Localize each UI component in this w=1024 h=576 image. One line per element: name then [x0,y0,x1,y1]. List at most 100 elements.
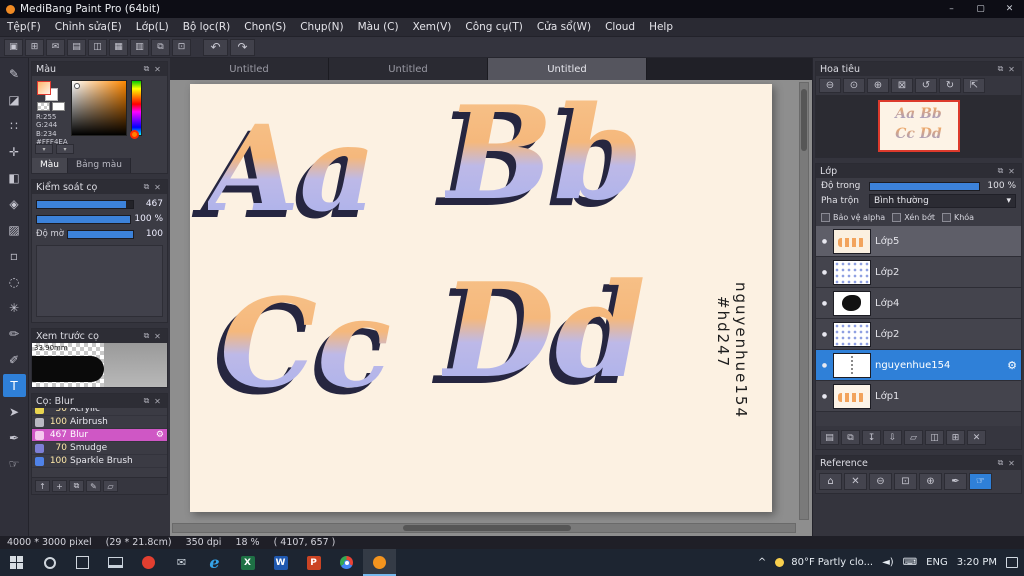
tab-palette[interactable]: Bảng màu [67,158,131,173]
lock-checkbox[interactable]: Khóa [941,213,974,222]
redo-button[interactable]: ↷ [230,38,255,56]
float-panel-icon[interactable]: ⧉ [995,166,1006,176]
bucket-tool[interactable]: ◈ [3,192,26,215]
brush-tool[interactable]: ✎ [3,62,26,85]
brush-item-sparkle[interactable]: 100 Sparkle Brush [32,455,167,468]
close-panel-icon[interactable]: ✕ [152,183,163,192]
menu-snap[interactable]: Chụp(N) [293,21,350,33]
maximize-button[interactable]: ▢ [966,0,995,18]
transfer-layer-button[interactable]: ↧ [862,430,881,445]
brush-settings-gear-icon[interactable]: ⚙ [156,430,164,440]
new-canvas-button[interactable]: ▣ [4,38,23,56]
layer-visibility-icon[interactable]: ● [820,331,829,338]
menu-file[interactable]: Tệp(F) [0,21,48,33]
brush-item-airbrush[interactable]: 100 Airbrush [32,416,167,429]
weather-widget[interactable]: 80°F Partly clo... [775,557,873,568]
close-panel-icon[interactable]: ✕ [1006,459,1017,468]
ref-zoom-out-button[interactable]: ⊖ [869,473,892,490]
brush-up-button[interactable]: ↑ [35,480,50,492]
share-button[interactable]: ✉ [46,38,65,56]
ref-eyedropper-button[interactable]: ✒ [944,473,967,490]
speaker-icon[interactable]: ◄) [882,557,894,568]
menu-select[interactable]: Chọn(S) [237,21,293,33]
brush-size-slider[interactable] [36,199,134,209]
menu-view[interactable]: Xem(V) [406,21,459,33]
v-scroll-thumb[interactable] [801,89,807,151]
chrome-button[interactable] [330,549,363,576]
brush-opacity-slider[interactable] [36,214,132,224]
ref-fit-button[interactable]: ⊡ [894,473,917,490]
excel-button[interactable]: X [231,549,264,576]
add-brush-button[interactable]: + [52,480,67,492]
menu-color[interactable]: Màu (C) [351,21,406,33]
menu-filter[interactable]: Bộ lọc(R) [176,21,238,33]
softness-slider[interactable] [66,229,134,239]
float-panel-icon[interactable]: ⧉ [141,182,152,192]
combine-layer-button[interactable]: ⊞ [946,430,965,445]
layer-row-nguyenhue154-active[interactable]: ● nguyenhue154 ⚙ [816,350,1021,381]
rotate-cw-button[interactable]: ↻ [939,78,961,93]
checkbox-icon[interactable] [821,213,830,222]
reset-view-button[interactable]: ⇱ [963,78,985,93]
rotate-ccw-button[interactable]: ↺ [915,78,937,93]
edit-brush-button[interactable]: ✎ [86,480,101,492]
undo-button[interactable]: ↶ [203,38,228,56]
doc-tab-1[interactable]: Untitled [170,58,329,80]
brush-item-acrylic[interactable]: 50 Acrylic [32,408,167,416]
close-panel-icon[interactable]: ✕ [152,65,163,74]
checkbox-icon[interactable] [941,213,951,222]
layer-row-lop5[interactable]: ● Lớp5 [816,226,1021,257]
layer-visibility-icon[interactable]: ● [820,238,829,245]
layer-folder-button[interactable]: ▱ [904,430,923,445]
red-app-button[interactable] [132,549,165,576]
close-panel-icon[interactable]: ✕ [152,332,163,341]
ref-hand-button[interactable]: ☞ [969,473,992,490]
operation-tool[interactable]: ➤ [3,400,26,423]
layer-row-lop2a[interactable]: ● Lớp2 [816,257,1021,288]
ref-zoom-in-button[interactable]: ⊕ [919,473,942,490]
move-tool[interactable]: ✛ [3,140,26,163]
save-button[interactable]: ▤ [67,38,86,56]
layer-row-lop1[interactable]: ● Lớp1 [816,381,1021,412]
layer-row-lop4[interactable]: ● Lớp4 [816,288,1021,319]
canvas-page[interactable]: Aa Aa Bb Bb Cc Cc Dd Dd [190,84,772,512]
brush-item-smudge[interactable]: 70 Smudge [32,442,167,455]
navigator-thumbnail[interactable]: Aa Bb Cc Dd [877,100,960,152]
layer-row-lop2b[interactable]: ● Lớp2 [816,319,1021,350]
language-indicator[interactable]: ENG [926,557,948,568]
settings-button[interactable]: ⊡ [172,38,191,56]
transparent-color-chip[interactable] [37,102,50,111]
fit-window-button[interactable]: ⊠ [891,78,913,93]
eyedropper-tool[interactable]: ✒ [3,426,26,449]
hidden-icons-chevron[interactable]: ^ [758,557,766,568]
panel-layout-button[interactable]: ⧉ [151,38,170,56]
word-button[interactable]: W [264,549,297,576]
lasso-tool[interactable]: ◌ [3,270,26,293]
saturation-value-picker[interactable] [71,80,127,136]
notification-center-icon[interactable] [1006,557,1018,568]
float-panel-icon[interactable]: ⧉ [995,64,1006,74]
grid-button[interactable]: ▦ [109,38,128,56]
task-view-button[interactable] [66,549,99,576]
layer-visibility-icon[interactable]: ● [820,393,829,400]
magic-wand-tool[interactable]: ✳ [3,296,26,319]
hue-marker[interactable] [130,130,139,139]
blend-mode-select[interactable]: Bình thường ▾ [869,194,1016,208]
select-eraser-tool[interactable]: ✐ [3,348,26,371]
edge-button[interactable]: e [198,549,231,576]
checkbox-icon[interactable] [892,213,902,222]
menu-edit[interactable]: Chỉnh sửa(E) [48,21,129,33]
file-explorer-button[interactable] [99,549,132,576]
layer-visibility-icon[interactable]: ● [820,300,829,307]
sv-marker[interactable] [74,83,80,89]
menu-tools[interactable]: Công cụ(T) [458,21,529,33]
gradient-tool[interactable]: ▨ [3,218,26,241]
float-panel-icon[interactable]: ⧉ [141,396,152,406]
menu-layer[interactable]: Lớp(L) [129,21,176,33]
layer-visibility-icon[interactable]: ● [820,269,829,276]
keyboard-icon[interactable]: ⌨ [903,557,917,568]
clock[interactable]: 3:20 PM [957,557,997,568]
zoom-reset-button[interactable]: ⊙ [843,78,865,93]
layer-visibility-icon[interactable]: ● [820,362,829,369]
snap-grid-button[interactable]: ▥ [130,38,149,56]
